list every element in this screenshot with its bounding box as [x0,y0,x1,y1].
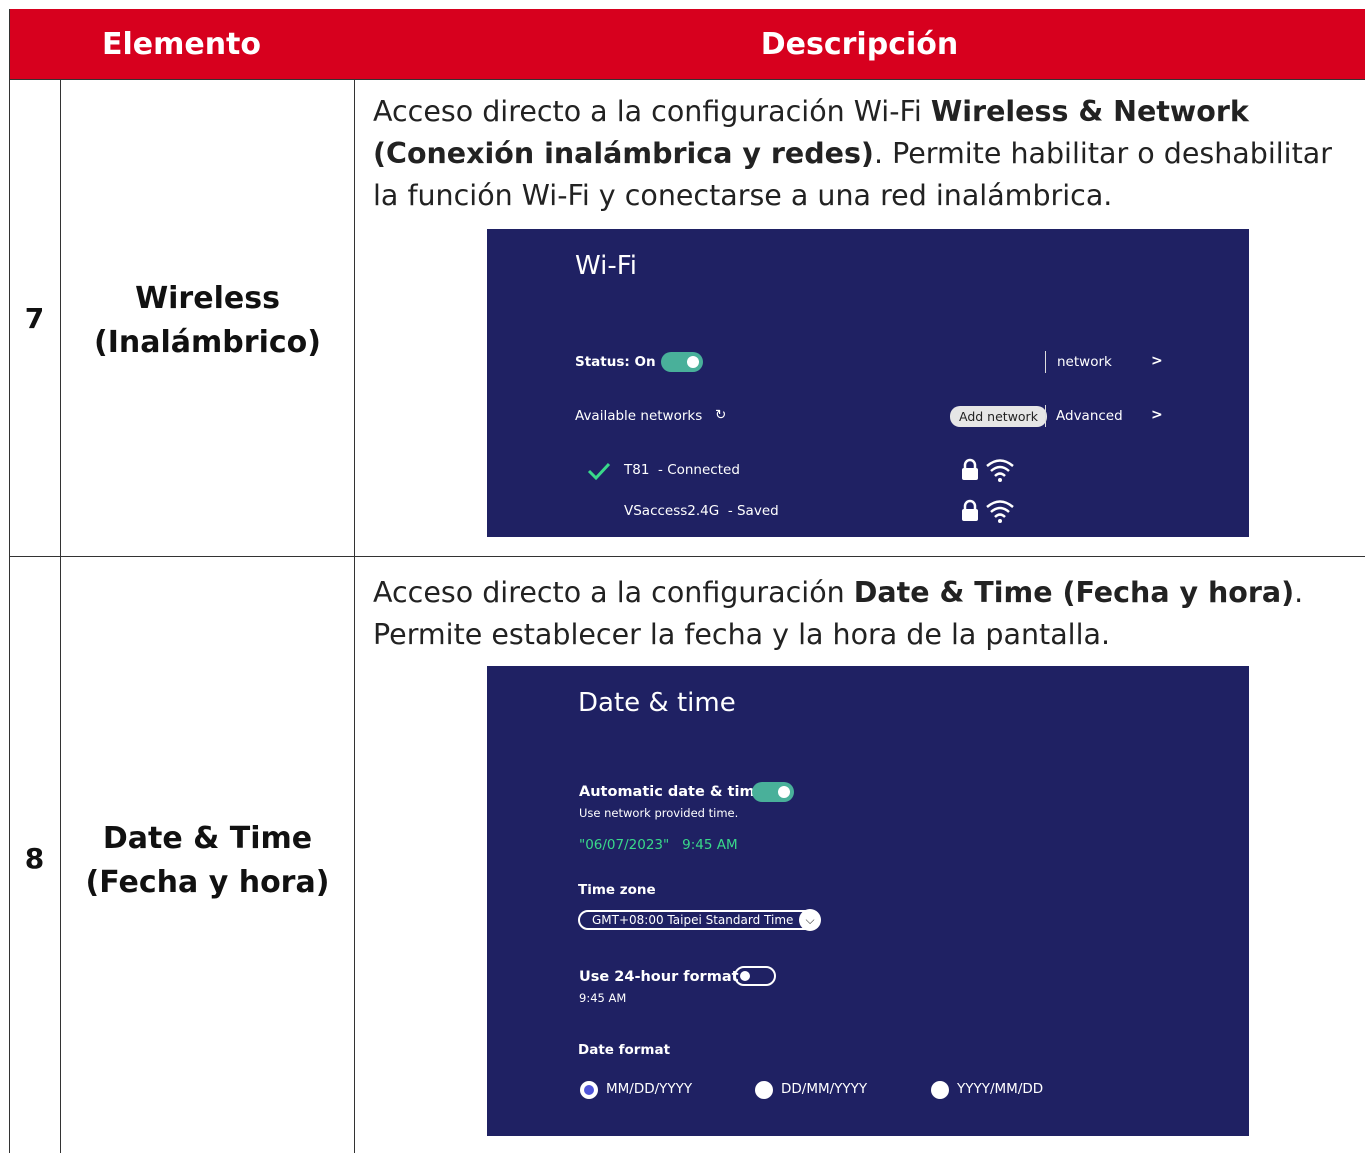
network-name: T81 [624,462,650,478]
date-format-label: Date format [578,1042,671,1058]
element-name-line2: (Inalámbrico) [94,325,321,360]
current-datetime: "06/07/2023" 9:45 AM [579,837,738,853]
table-divider-element [354,79,355,1153]
header-element: Elemento [9,9,354,79]
separator [1045,351,1046,373]
desc-text: Acceso directo a la configuración [373,576,854,609]
auto-datetime-toggle[interactable] [752,782,794,802]
wifi-title: Wi-Fi [575,251,638,281]
hour24-label: Use 24-hour format [579,969,739,985]
row-description: Acceso directo a la configuración Date &… [373,572,1363,656]
available-networks-label: Available networks [575,408,703,424]
wifi-status-label: Status: On [575,354,656,370]
network-link[interactable]: network [1057,354,1112,370]
wifi-signal-icon [986,500,1014,523]
wifi-screenshot: Wi-Fi Status: On network > Available net… [487,229,1249,537]
auto-datetime-label: Automatic date & time [579,784,765,800]
chevron-down-icon[interactable]: ⌵ [799,909,821,931]
table-border-left [9,9,10,1153]
date-format-radio-mmddyyyy[interactable] [580,1081,598,1099]
desc-setting-name: Date & Time (Fecha y hora) [853,576,1295,609]
datetime-title: Date & time [578,688,736,718]
check-icon [587,462,611,481]
date-format-radio-yyyymmdd[interactable] [931,1081,949,1099]
datetime-screenshot: Date & time Automatic date & time Use ne… [487,666,1249,1136]
date-format-radio-ddmmyyyy[interactable] [755,1081,773,1099]
element-name: Date & Time (Fecha y hora) [61,817,354,905]
wifi-signal-icon [986,459,1014,482]
current-date: "06/07/2023" [579,837,670,853]
network-item[interactable]: VSaccess2.4G - Saved [624,503,779,519]
auto-datetime-subtext: Use network provided time. [579,806,739,820]
advanced-link[interactable]: Advanced [1056,408,1123,424]
chevron-right-icon[interactable]: > [1151,407,1163,423]
timezone-label: Time zone [578,882,656,898]
timezone-value: GMT+08:00 Taipei Standard Time [592,913,794,927]
refresh-icon[interactable]: ↻ [715,407,726,423]
hour24-subtext: 9:45 AM [579,991,627,1005]
table-divider-number [60,79,61,1153]
separator [1045,405,1046,427]
current-time: 9:45 AM [682,837,738,853]
date-format-option[interactable]: MM/DD/YYYY [606,1081,692,1097]
header-description: Descripción [354,9,1365,79]
element-name: Wireless (Inalámbrico) [61,277,354,365]
element-name-line2: (Fecha y hora) [85,865,330,900]
network-item[interactable]: T81 - Connected [624,462,740,478]
element-name-line1: Date & Time [102,821,313,856]
row-divider [9,556,1365,557]
wifi-status-toggle[interactable] [661,352,703,372]
network-name: VSaccess2.4G [624,503,720,519]
date-format-option[interactable]: DD/MM/YYYY [781,1081,867,1097]
timezone-select[interactable]: GMT+08:00 Taipei Standard Time [578,910,818,930]
row-number: 7 [24,302,45,335]
chevron-right-icon[interactable]: > [1151,353,1163,369]
element-name-line1: Wireless [135,281,280,316]
network-state: - Saved [727,503,779,519]
hour24-toggle[interactable] [734,966,776,986]
row-description: Acceso directo a la configuración Wi-Fi … [373,91,1363,217]
lock-icon [962,499,978,521]
desc-text: Acceso directo a la configuración Wi-Fi [373,95,931,128]
add-network-button[interactable]: Add network [950,406,1047,427]
lock-icon [962,458,978,480]
header-bottom-line [9,79,1365,80]
date-format-option[interactable]: YYYY/MM/DD [957,1081,1043,1097]
row-number: 8 [24,842,45,875]
network-state: - Connected [658,462,740,478]
